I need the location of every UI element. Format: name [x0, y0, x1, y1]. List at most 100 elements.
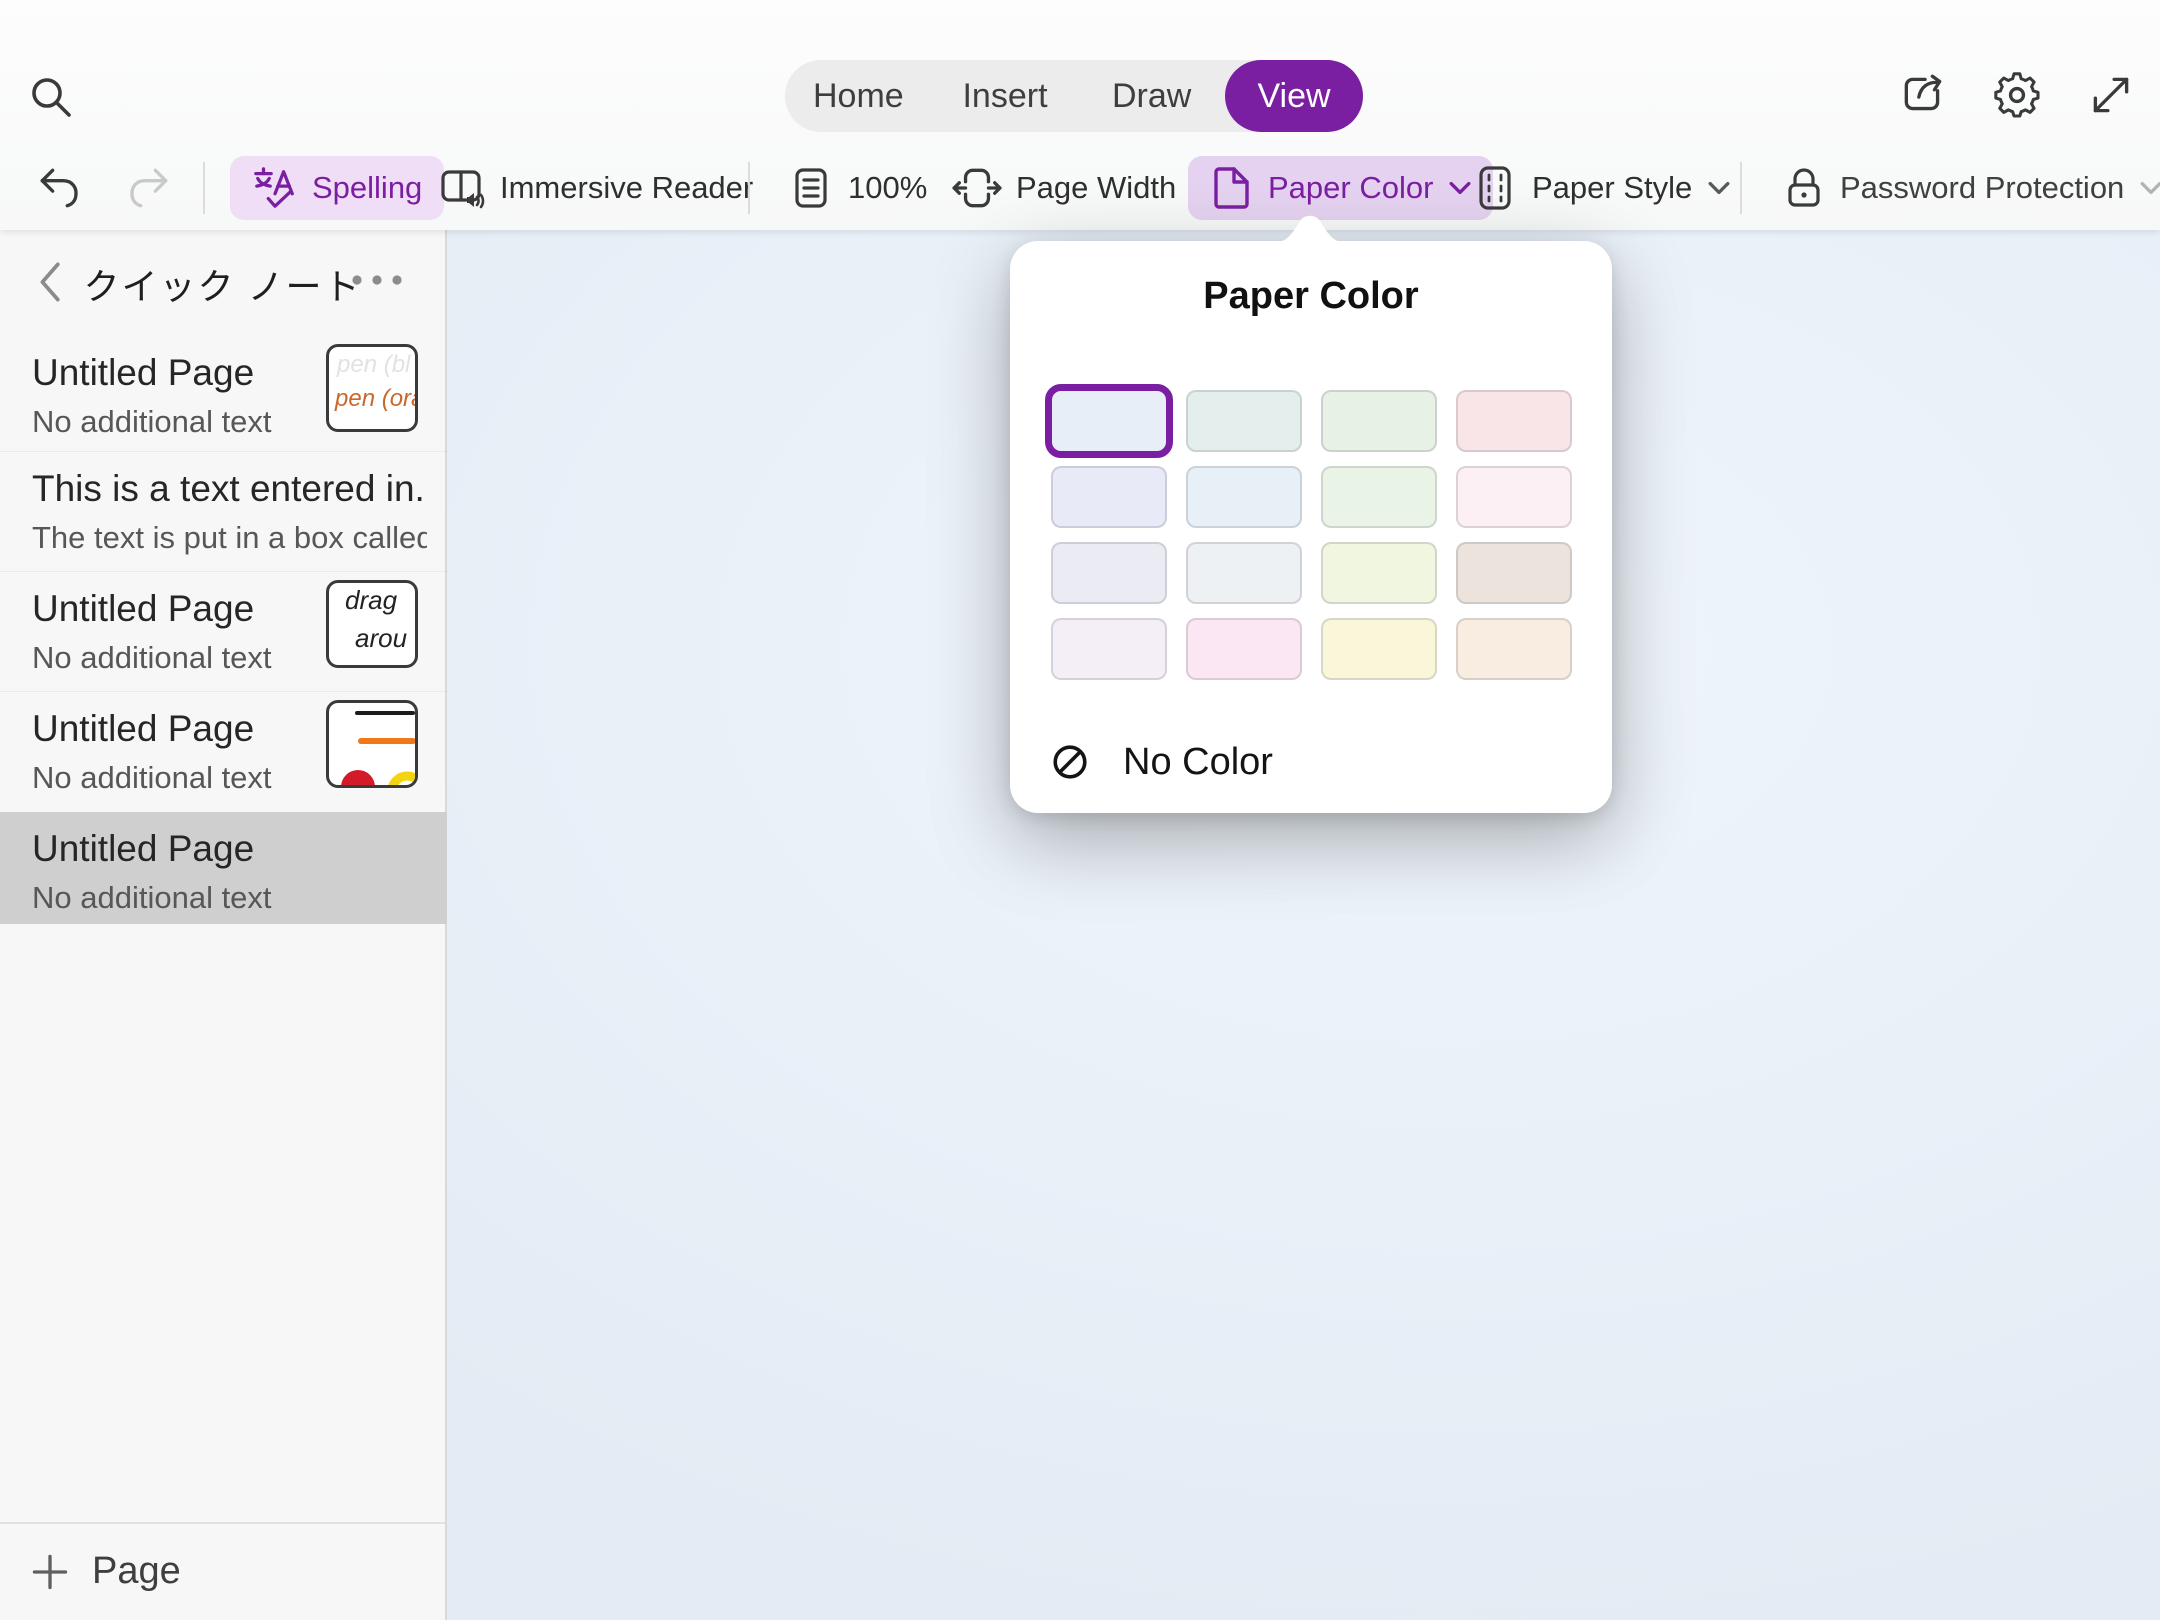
paper-color-swatch[interactable] — [1321, 542, 1437, 604]
paper-color-swatch[interactable] — [1051, 542, 1167, 604]
chevron-down-icon — [2140, 181, 2160, 195]
more-options-button[interactable] — [349, 272, 405, 288]
paper-color-swatch[interactable] — [1321, 390, 1437, 452]
tab-insert[interactable]: Insert — [932, 60, 1079, 132]
paper-color-swatch[interactable] — [1186, 466, 1302, 528]
paper-style-label: Paper Style — [1532, 170, 1692, 206]
paper-color-icon — [1210, 165, 1254, 211]
thumbnail-ink-text: arou — [355, 623, 407, 654]
tab-home[interactable]: Home — [785, 60, 932, 132]
page-subtitle: No additional text — [32, 404, 312, 440]
page-title: Untitled Page — [32, 828, 312, 870]
page-subtitle: No additional text — [32, 760, 312, 796]
no-color-button[interactable]: No Color — [1051, 739, 1273, 785]
toolbar-divider — [203, 162, 205, 214]
paper-color-swatch[interactable] — [1456, 466, 1572, 528]
paper-color-swatch[interactable] — [1321, 618, 1437, 680]
ribbon-tabstrip: Home Insert Draw View — [785, 60, 1363, 132]
page-subtitle: No additional text — [32, 880, 312, 916]
paper-color-swatch[interactable] — [1456, 390, 1572, 452]
thumbnail-ink-text: pen (ora — [335, 385, 418, 413]
fullscreen-button[interactable] — [2086, 70, 2136, 120]
page-title: Untitled Page — [32, 588, 312, 630]
page-list-item-selected[interactable]: Untitled Page No additional text — [0, 812, 447, 924]
page-list-item[interactable]: This is a text entered in... The text is… — [0, 451, 447, 564]
redo-button[interactable] — [122, 148, 172, 228]
redo-icon — [122, 163, 172, 213]
spelling-button[interactable]: Spelling — [230, 156, 444, 220]
top-bar: Home Insert Draw View — [0, 0, 2160, 230]
top-right-actions — [1898, 70, 2136, 120]
page-subtitle: The text is put in a box called... — [32, 520, 427, 556]
add-page-label: Page — [92, 1550, 181, 1593]
toolbar-divider — [748, 162, 750, 214]
page-subtitle: No additional text — [32, 640, 312, 676]
page-title: Untitled Page — [32, 352, 312, 394]
paper-color-swatch[interactable] — [1186, 618, 1302, 680]
expand-icon — [2086, 70, 2136, 120]
ellipsis-icon — [349, 272, 405, 288]
thumbnail-ink-text: pen (bl — [337, 351, 410, 379]
search-icon — [26, 72, 78, 124]
add-page-button[interactable]: Page — [0, 1522, 445, 1620]
undo-icon — [36, 163, 86, 213]
no-color-icon — [1051, 743, 1089, 781]
paper-color-button[interactable]: Paper Color — [1188, 156, 1493, 220]
paper-color-swatch[interactable] — [1456, 618, 1572, 680]
view-toolbar: Spelling Immersive Reader — [0, 148, 2160, 228]
paper-color-swatch[interactable] — [1321, 466, 1437, 528]
page-list-item[interactable]: Untitled Page No additional text — [0, 691, 447, 804]
share-button[interactable] — [1898, 70, 1948, 120]
page-list-item[interactable]: Untitled Page No additional text drag ar… — [0, 571, 447, 684]
paper-color-swatch[interactable] — [1186, 390, 1302, 452]
page-thumbnail: pen (bl pen (ora — [326, 344, 418, 432]
paper-style-button[interactable]: Paper Style — [1472, 148, 1730, 228]
tab-draw[interactable]: Draw — [1078, 60, 1225, 132]
share-icon — [1898, 70, 1948, 120]
page-width-button[interactable]: Page Width — [952, 148, 1176, 228]
paper-style-icon — [1472, 164, 1518, 212]
page-thumbnail: drag arou — [326, 580, 418, 668]
immersive-reader-button[interactable]: Immersive Reader — [438, 148, 753, 228]
page-thumbnail — [326, 700, 418, 788]
sidebar-header: クイック ノート — [0, 230, 445, 330]
paper-color-swatch[interactable] — [1051, 390, 1167, 452]
undo-button[interactable] — [36, 148, 86, 228]
zoom-level-label: 100% — [848, 170, 927, 206]
tab-view[interactable]: View — [1225, 60, 1363, 132]
thumbnail-ink-text: drag — [345, 585, 397, 616]
page-width-label: Page Width — [1016, 170, 1176, 206]
paper-color-label: Paper Color — [1268, 170, 1433, 206]
gear-icon — [1992, 70, 2042, 120]
spelling-label: Spelling — [312, 170, 422, 206]
page-title: This is a text entered in... — [32, 468, 427, 510]
page-list-sidebar: クイック ノート Untitled Page No additional tex… — [0, 230, 447, 1620]
paper-color-swatch[interactable] — [1051, 618, 1167, 680]
popover-caret — [1270, 213, 1350, 243]
page-title: Untitled Page — [32, 708, 312, 750]
password-protection-label: Password Protection — [1840, 170, 2124, 206]
password-protection-button[interactable]: Password Protection — [1782, 148, 2160, 228]
thumbnail-ink-shapes — [329, 703, 415, 785]
paper-color-swatch[interactable] — [1051, 466, 1167, 528]
immersive-reader-label: Immersive Reader — [500, 170, 753, 206]
paper-color-swatch-grid — [1051, 390, 1572, 680]
paper-color-swatch[interactable] — [1186, 542, 1302, 604]
lock-icon — [1782, 164, 1826, 212]
plus-icon — [30, 1552, 70, 1592]
settings-button[interactable] — [1992, 70, 2042, 120]
paper-color-swatch[interactable] — [1456, 542, 1572, 604]
chevron-down-icon — [1449, 181, 1471, 195]
zoom-document-icon — [790, 164, 834, 212]
immersive-reader-icon — [438, 164, 486, 212]
paper-color-popover: Paper Color No Color — [1010, 241, 1612, 813]
spelling-icon — [252, 165, 298, 211]
search-button[interactable] — [26, 72, 78, 124]
page-list-item[interactable]: Untitled Page No additional text pen (bl… — [0, 336, 447, 448]
page-width-icon — [952, 163, 1002, 213]
onenote-app: Home Insert Draw View — [0, 0, 2160, 1620]
no-color-label: No Color — [1123, 741, 1273, 784]
zoom-button[interactable]: 100% — [790, 148, 927, 228]
chevron-down-icon — [1708, 181, 1730, 195]
toolbar-divider — [1740, 162, 1742, 214]
